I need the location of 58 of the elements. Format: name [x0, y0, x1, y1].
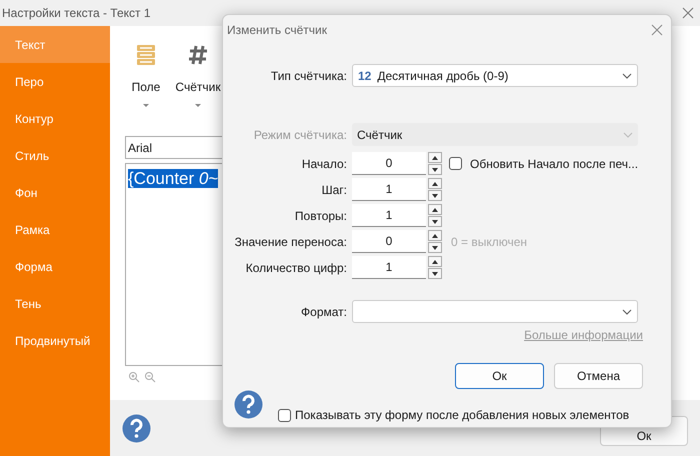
field-label: Режим счётчика: [252, 126, 348, 144]
spin-up-button[interactable] [428, 256, 442, 267]
field-label: Количество цифр: [244, 260, 348, 276]
field-label: Формат: [300, 304, 348, 320]
help-icon[interactable] [234, 390, 263, 419]
stack-icon [135, 44, 157, 66]
triangle-up-icon [432, 260, 438, 264]
format-code-label: 12 [358, 68, 372, 84]
text-editor[interactable]: {Counter 0~ [125, 163, 223, 366]
spin-up-button[interactable] [428, 152, 442, 163]
checkbox-label: Обновить Начало после печ... [470, 156, 638, 172]
checkbox[interactable] [449, 157, 462, 170]
triangle-up-icon [432, 208, 438, 212]
number-field[interactable]: 1 [352, 178, 426, 201]
number-field[interactable]: 0 [352, 230, 426, 253]
caret-icon [195, 104, 201, 107]
dialog-button[interactable]: Ок [455, 363, 544, 389]
toolbar-button[interactable]: Счётчик [177, 44, 219, 136]
triangle-up-icon [432, 182, 438, 186]
field-label: Шаг: [320, 182, 348, 198]
chevron-down-icon [622, 308, 632, 314]
triangle-down-icon [432, 194, 438, 198]
field-label: Тип счётчика: [270, 68, 348, 84]
spin-up-button[interactable] [428, 230, 442, 241]
checkbox[interactable] [278, 408, 291, 422]
spin-down-button[interactable] [428, 164, 442, 175]
toolbar-button[interactable]: Поле [125, 44, 167, 136]
hint-text: 0 = выключен [451, 234, 528, 250]
hash-icon [187, 44, 209, 66]
number-field[interactable]: 0 [352, 152, 426, 175]
spin-down-button[interactable] [428, 216, 442, 227]
number-field[interactable]: 1 [352, 256, 426, 279]
spin-down-button[interactable] [428, 242, 442, 253]
spin-down-button[interactable] [428, 190, 442, 201]
chevron-down-icon [622, 72, 632, 78]
number-field[interactable]: 1 [352, 204, 426, 227]
selected-text: {Counter 0~ [128, 169, 218, 188]
dialog-title: Изменить счётчик [227, 22, 327, 39]
close-icon[interactable] [682, 7, 694, 19]
field-label: Значение переноса: [234, 234, 348, 250]
triangle-down-icon [432, 272, 438, 276]
triangle-up-icon [432, 234, 438, 238]
spin-up-button[interactable] [428, 178, 442, 189]
triangle-down-icon [432, 168, 438, 172]
triangle-up-icon [432, 156, 438, 160]
chevron-down-icon [623, 132, 633, 138]
caret-icon [143, 104, 149, 107]
field-label: Начало: [300, 156, 348, 172]
window-title: Настройки текста - Текст 1 [2, 5, 151, 22]
spin-down-button[interactable] [428, 268, 442, 279]
close-icon[interactable] [651, 24, 663, 36]
spin-up-button[interactable] [428, 204, 442, 215]
counter-type-dropdown[interactable]: 12 Десятичная дробь (0-9) [352, 64, 638, 87]
dialog-button[interactable]: Отмена [554, 363, 643, 389]
triangle-down-icon [432, 220, 438, 224]
field-label: Повторы: [294, 208, 348, 224]
triangle-down-icon [432, 246, 438, 250]
help-icon[interactable] [122, 414, 151, 442]
